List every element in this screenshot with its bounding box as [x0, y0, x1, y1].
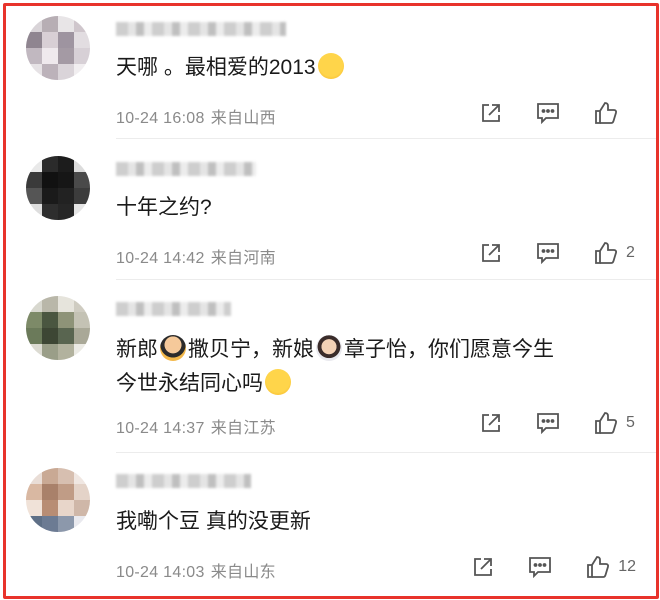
comment-list-panel: 天哪 。最相爱的2013 10-24 16:08 来自山西 十年之约? 10-2…: [3, 3, 659, 599]
comment-text: 天哪 。最相爱的2013: [116, 51, 636, 85]
thumb-up-icon: [595, 242, 618, 264]
reply-button[interactable]: [536, 102, 560, 124]
username-redacted[interactable]: [116, 302, 231, 316]
comment-icon: [537, 413, 559, 434]
share-icon: [482, 104, 500, 122]
tearful-emoji-icon: [265, 369, 291, 395]
share-button[interactable]: [480, 102, 502, 124]
comment-actions: 12: [438, 554, 636, 580]
comment-meta: 10-24 14:03 来自山东: [116, 558, 282, 582]
username-redacted[interactable]: [116, 22, 286, 36]
like-button[interactable]: [594, 101, 636, 125]
like-count: 12: [618, 558, 636, 575]
share-icon: [474, 558, 493, 576]
thumb-up-icon: [587, 556, 610, 578]
comment-meta: 10-24 14:37 来自江苏: [116, 414, 282, 438]
comment-location: 来自山西: [210, 110, 276, 127]
like-button[interactable]: 2: [594, 241, 636, 265]
comment-icon: [529, 557, 552, 578]
comment-date: 10-24 14:37: [116, 420, 205, 437]
like-button[interactable]: 12: [586, 555, 636, 579]
avatar[interactable]: [26, 468, 90, 532]
share-icon: [482, 414, 500, 432]
crying-emoji-icon: [317, 53, 344, 79]
share-button[interactable]: [480, 242, 502, 264]
comment-date: 10-24 14:03: [116, 564, 205, 581]
divider: [116, 452, 656, 453]
divider: [116, 138, 656, 139]
comment-actions: 5: [446, 410, 636, 436]
comment-text: 我嘞个豆 真的没更新: [116, 510, 311, 533]
comment-actions: [446, 100, 636, 126]
avatar[interactable]: [26, 296, 90, 360]
reply-button[interactable]: [536, 412, 560, 434]
comment-text: 新郎 撒贝宁，新娘 章子怡，你们愿意今生 今世永结同心吗: [116, 333, 636, 401]
username-redacted[interactable]: [116, 162, 256, 176]
share-button[interactable]: [480, 412, 502, 434]
groom-emoji-icon: [160, 335, 186, 361]
share-icon: [482, 244, 500, 262]
reply-button[interactable]: [536, 242, 560, 264]
thumb-up-icon: [595, 412, 618, 434]
comment-location: 来自山东: [210, 564, 276, 581]
thumb-up-icon: [595, 102, 618, 124]
like-count: 2: [626, 244, 635, 261]
comment-icon: [537, 103, 559, 124]
comment-icon: [537, 243, 559, 264]
like-button[interactable]: 5: [594, 411, 636, 435]
comment-date: 10-24 16:08: [116, 110, 205, 127]
reply-button[interactable]: [528, 556, 552, 578]
comment-location: 来自河南: [210, 250, 276, 267]
avatar[interactable]: [26, 16, 90, 80]
comment-text: 十年之约?: [116, 196, 212, 219]
comment-location: 来自江苏: [210, 420, 276, 437]
username-redacted[interactable]: [116, 474, 251, 488]
comment-date: 10-24 14:42: [116, 250, 205, 267]
divider: [116, 279, 656, 280]
bride-emoji-icon: [316, 335, 342, 361]
comment-actions: 2: [446, 240, 636, 266]
comment-meta: 10-24 16:08 来自山西: [116, 104, 282, 128]
avatar[interactable]: [26, 156, 90, 220]
like-count: 5: [626, 414, 635, 431]
share-button[interactable]: [472, 556, 494, 578]
comment-meta: 10-24 14:42 来自河南: [116, 244, 282, 268]
